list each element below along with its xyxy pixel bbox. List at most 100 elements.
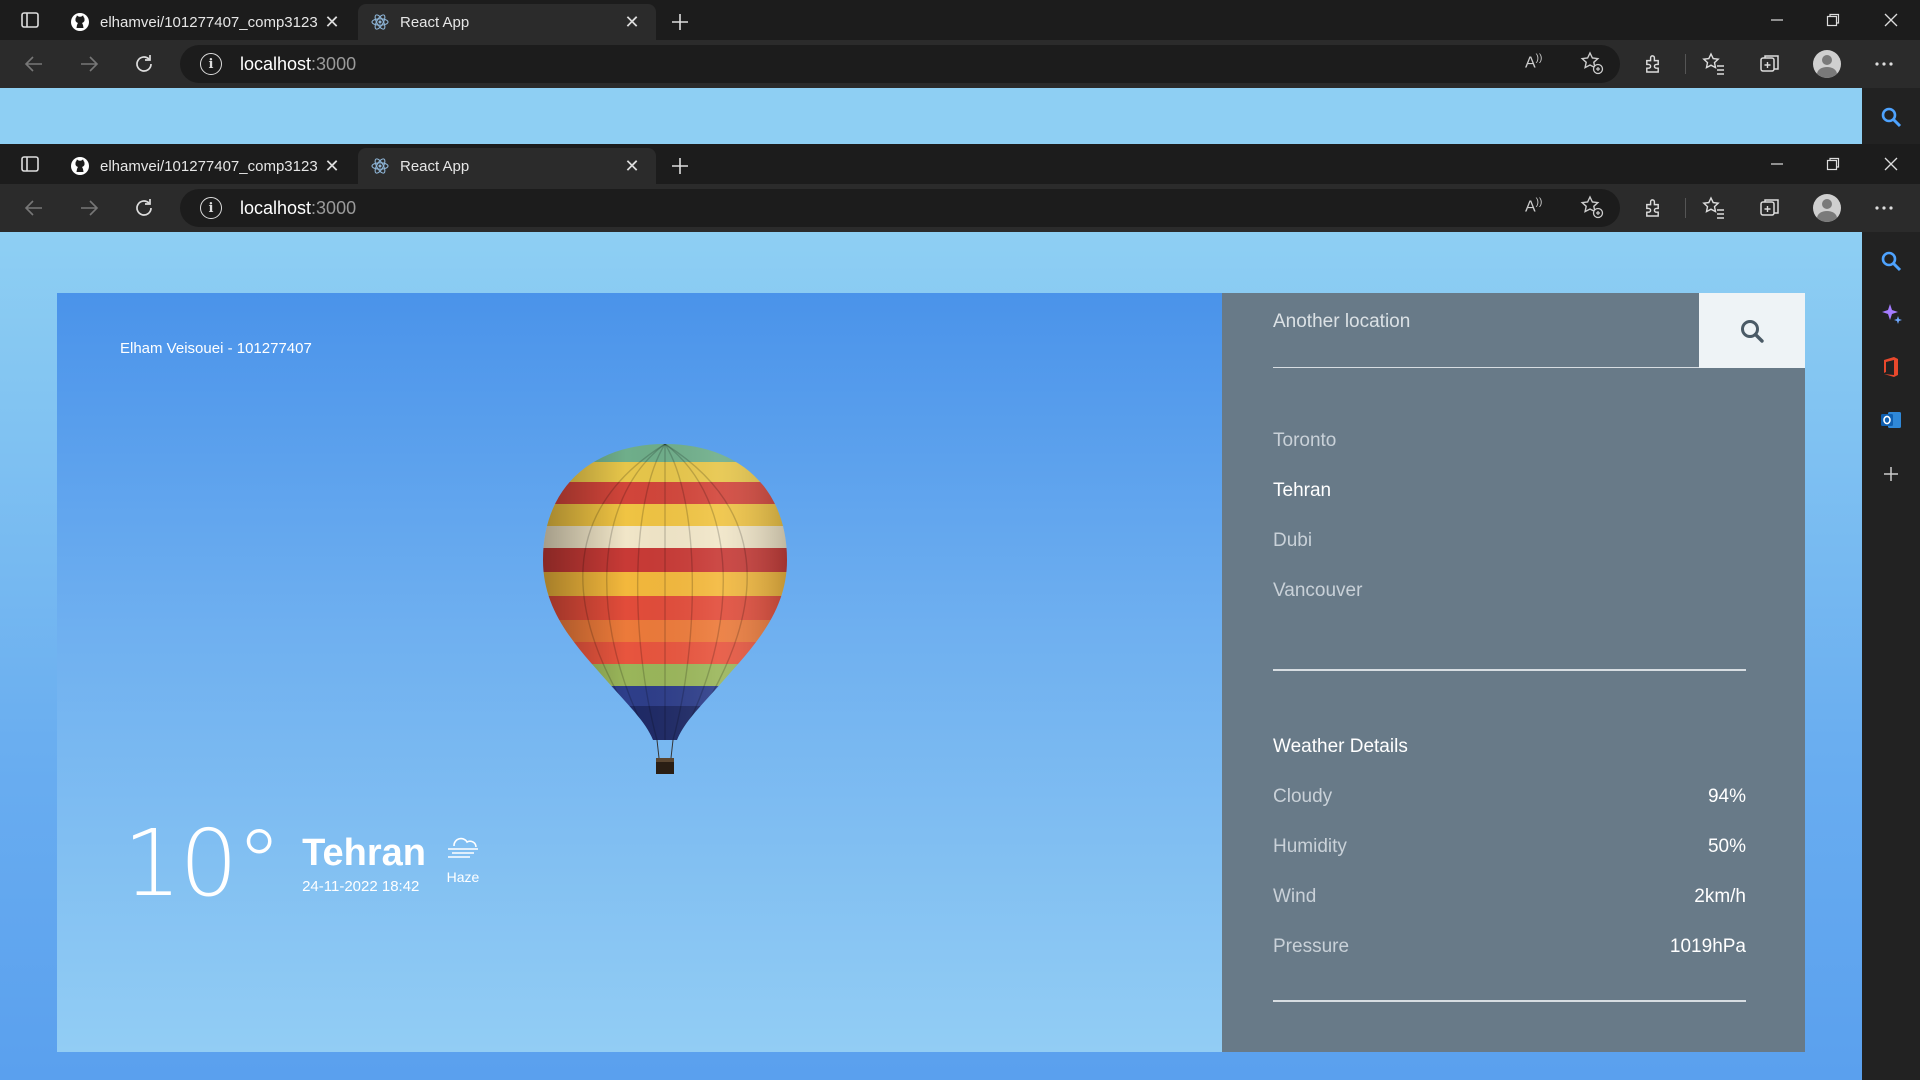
back-icon[interactable] bbox=[20, 50, 48, 78]
new-tab-icon[interactable] bbox=[666, 8, 694, 36]
copilot-sparkle-icon[interactable] bbox=[1879, 302, 1903, 326]
detail-row-humidity: Humidity 50% bbox=[1273, 836, 1746, 858]
date-time: 24-11-2022 18:42 bbox=[302, 877, 420, 895]
profile-avatar[interactable] bbox=[1813, 50, 1841, 78]
address-bar: i localhost:3000 A)) bbox=[0, 40, 1920, 88]
forward-icon[interactable] bbox=[75, 50, 103, 78]
tab-bar: elhamvei/101277407_comp3123 ✕ React App … bbox=[0, 144, 1920, 184]
refresh-icon[interactable] bbox=[130, 194, 158, 222]
favorites-icon[interactable] bbox=[1700, 194, 1728, 222]
site-info-icon[interactable]: i bbox=[200, 53, 222, 75]
url-field[interactable]: i localhost:3000 A)) bbox=[180, 189, 1620, 227]
extensions-icon[interactable] bbox=[1640, 194, 1668, 222]
url-host: localhost bbox=[240, 197, 312, 218]
read-aloud-icon[interactable]: A)) bbox=[1525, 53, 1542, 72]
browser-window-back: elhamvei/101277407_comp3123 ✕ React App … bbox=[0, 0, 1920, 88]
location-item[interactable]: Vancouver bbox=[1273, 580, 1362, 630]
tab-close-icon[interactable]: ✕ bbox=[620, 10, 644, 34]
search-icon bbox=[1741, 319, 1764, 343]
search-button[interactable] bbox=[1699, 293, 1805, 368]
tab-react-app[interactable]: React App ✕ bbox=[358, 4, 656, 40]
site-info-icon[interactable]: i bbox=[200, 197, 222, 219]
back-icon[interactable] bbox=[20, 194, 48, 222]
detail-row-cloudy: Cloudy 94% bbox=[1273, 786, 1746, 808]
read-aloud-icon[interactable]: A)) bbox=[1525, 197, 1542, 216]
office-icon[interactable] bbox=[1879, 355, 1903, 379]
outlook-icon[interactable] bbox=[1879, 408, 1903, 432]
temperature: 10° bbox=[123, 810, 282, 917]
new-tab-icon[interactable] bbox=[666, 152, 694, 180]
weather-hero: Elham Veisouei - 101277407 10° Tehran 24… bbox=[57, 293, 1222, 1052]
side-panel: Toronto Tehran Dubi Vancouver Weather De… bbox=[1222, 293, 1805, 1052]
page-viewport-back bbox=[0, 88, 1862, 144]
tab-title: React App bbox=[400, 157, 470, 175]
weather-app: Elham Veisouei - 101277407 10° Tehran 24… bbox=[57, 293, 1805, 1052]
react-icon bbox=[370, 12, 390, 32]
hot-air-balloon-image bbox=[535, 440, 795, 785]
url-port: :3000 bbox=[311, 53, 357, 74]
tab-react-app[interactable]: React App ✕ bbox=[358, 148, 656, 184]
favorites-icon[interactable] bbox=[1700, 50, 1728, 78]
react-icon bbox=[370, 156, 390, 176]
detail-value: 2km/h bbox=[1694, 886, 1746, 907]
detail-value: 1019hPa bbox=[1669, 936, 1746, 957]
tab-github[interactable]: elhamvei/101277407_comp3123 ✕ bbox=[58, 148, 356, 184]
detail-label: Wind bbox=[1273, 886, 1317, 907]
tab-close-icon[interactable]: ✕ bbox=[620, 154, 644, 178]
more-options-icon[interactable] bbox=[1870, 50, 1898, 78]
location-item[interactable]: Dubi bbox=[1273, 530, 1362, 580]
location-list: Toronto Tehran Dubi Vancouver bbox=[1273, 430, 1362, 630]
close-window-icon[interactable] bbox=[1862, 144, 1920, 184]
restore-icon[interactable] bbox=[1804, 144, 1862, 184]
detail-value: 94% bbox=[1707, 786, 1746, 807]
browser-window: elhamvei/101277407_comp3123 ✕ React App … bbox=[0, 144, 1920, 232]
detail-row-wind: Wind 2km/h bbox=[1273, 886, 1746, 908]
address-bar: i localhost:3000 A)) bbox=[0, 184, 1920, 232]
search-icon[interactable] bbox=[1879, 105, 1903, 129]
tab-close-icon[interactable]: ✕ bbox=[320, 154, 344, 178]
profile-avatar[interactable] bbox=[1813, 194, 1841, 222]
tab-bar: elhamvei/101277407_comp3123 ✕ React App … bbox=[0, 0, 1920, 40]
url-host: localhost bbox=[240, 53, 312, 74]
current-weather: 10° Tehran 24-11-2022 18:42 Haze bbox=[123, 818, 482, 910]
minimize-icon[interactable] bbox=[1748, 0, 1806, 40]
forward-icon[interactable] bbox=[75, 194, 103, 222]
tab-title: React App bbox=[400, 13, 470, 31]
collections-icon[interactable] bbox=[1756, 50, 1784, 78]
detail-label: Cloudy bbox=[1273, 786, 1333, 807]
divider bbox=[1273, 669, 1746, 671]
tab-title: elhamvei/101277407_comp3123 bbox=[100, 157, 318, 175]
close-window-icon[interactable] bbox=[1862, 0, 1920, 40]
url-field[interactable]: i localhost:3000 A)) bbox=[180, 45, 1620, 83]
divider bbox=[1273, 1000, 1746, 1002]
detail-row-pressure: Pressure 1019hPa bbox=[1273, 936, 1746, 958]
edge-sidebar bbox=[1862, 232, 1920, 1080]
weather-details-heading: Weather Details bbox=[1273, 736, 1408, 757]
location-search-input[interactable] bbox=[1273, 293, 1699, 368]
detail-label: Pressure bbox=[1273, 936, 1350, 957]
tab-close-icon[interactable]: ✕ bbox=[320, 10, 344, 34]
minimize-icon[interactable] bbox=[1748, 144, 1806, 184]
detail-value: 50% bbox=[1707, 836, 1746, 857]
add-favorite-icon[interactable] bbox=[1580, 195, 1604, 224]
city-name: Tehran bbox=[302, 832, 426, 874]
tab-actions-icon[interactable] bbox=[18, 8, 42, 32]
tab-actions-icon[interactable] bbox=[18, 152, 42, 176]
condition-label: Haze bbox=[446, 869, 480, 885]
refresh-icon[interactable] bbox=[130, 50, 158, 78]
collections-icon[interactable] bbox=[1756, 194, 1784, 222]
restore-icon[interactable] bbox=[1804, 0, 1862, 40]
add-favorite-icon[interactable] bbox=[1580, 51, 1604, 80]
extensions-icon[interactable] bbox=[1640, 50, 1668, 78]
github-icon bbox=[70, 12, 90, 32]
url-port: :3000 bbox=[311, 197, 357, 218]
github-icon bbox=[70, 156, 90, 176]
edge-sidebar-back bbox=[1862, 88, 1920, 144]
location-item-selected[interactable]: Tehran bbox=[1273, 480, 1362, 530]
add-icon[interactable] bbox=[1879, 462, 1903, 486]
more-options-icon[interactable] bbox=[1870, 194, 1898, 222]
location-item[interactable]: Toronto bbox=[1273, 430, 1362, 480]
tab-github[interactable]: elhamvei/101277407_comp3123 ✕ bbox=[58, 4, 356, 40]
search-icon[interactable] bbox=[1879, 249, 1903, 273]
haze-icon bbox=[444, 832, 482, 867]
